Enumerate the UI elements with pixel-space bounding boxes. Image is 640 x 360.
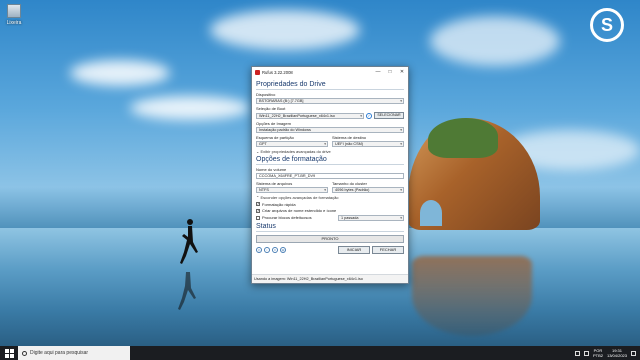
title-bar[interactable]: Rufus 3.22.2008 — □ ✕ [252,67,408,77]
cluster-size-label: Tamanho do cluster [332,181,367,186]
image-option-select[interactable]: Instalação padrão do Windows ▾ [256,127,404,133]
section-format-options: Opções de formatação [256,156,404,165]
rufus-window: Rufus 3.22.2008 — □ ✕ Propriedades do Dr… [251,66,409,284]
checkbox-checked-icon: ✓ [256,208,260,213]
cluster-size-value: 4096 bytes (Padrão) [335,188,370,192]
cloud [70,60,170,86]
desktop-icon-label: Lixeira [6,20,22,26]
network-icon[interactable] [574,350,580,356]
desktop-icon-recycle-bin[interactable]: Lixeira [4,4,24,26]
chevron-up-icon: ⌃ [256,195,260,200]
filesystem-value: NTFS [259,188,269,192]
cloud [430,16,560,66]
passes-value: 1 passada [341,215,359,220]
quick-format-label: Formatação rápida [262,201,296,207]
device-value: BSTORARAS (B:) [7.7GB] [259,99,304,103]
search-icon [22,350,27,356]
checkbox-checked-icon: ✓ [256,202,260,206]
taskbar-search-box[interactable]: Digite aqui para pesquisar [18,346,130,360]
boot-selection-value: Win11_22H2_BrazilianPortuguese_x64v1.iso [259,113,335,118]
notification-icon[interactable] [631,350,636,356]
device-select[interactable]: BSTORARAS (B:) [7.7GB] ▾ [256,98,404,104]
runner-reflection [178,272,196,310]
globe-icon[interactable]: ◎ [256,246,262,253]
cloud [130,96,250,120]
partition-scheme-label: Esquema de partição [256,135,294,140]
advanced-drive-toggle-label: Exibir propriedades avançadas do drive [260,149,331,154]
chevron-down-icon: ▾ [400,142,402,146]
target-system-select[interactable]: UEFI (não CSM) ▾ [332,141,404,147]
partition-scheme-select[interactable]: GPT ▾ [256,141,328,147]
runner-silhouette [180,219,198,264]
chevron-down-icon: ▾ [324,188,326,192]
chevron-down-icon: ▾ [400,99,402,103]
section-status: Status [256,223,404,232]
minimize-icon[interactable]: — [372,69,384,75]
window-title: Rufus 3.22.2008 [262,69,293,75]
chevron-down-icon: ▾ [400,188,402,192]
passes-select[interactable]: 1 passada ▾ [338,214,404,221]
image-option-value: Instalação padrão do Windows [259,128,311,132]
log-icon[interactable]: ▤ [280,246,286,253]
info-icon[interactable]: i [264,246,270,253]
windows-start-icon[interactable] [0,346,18,360]
volume-label-label: Nome do volume [256,167,287,172]
advanced-drive-toggle[interactable]: ⌄ Exibir propriedades avançadas do drive [256,149,404,154]
image-option-label: Opções de Imagem [256,121,291,126]
chevron-down-icon: ▾ [400,128,402,132]
section-drive-properties: Propriedades do Drive [256,81,404,90]
maximize-icon[interactable]: □ [384,69,396,75]
partition-scheme-value: GPT [259,142,267,146]
quick-format-checkbox[interactable]: ✓ Formatação rápida [256,202,404,207]
chevron-down-icon: ⌄ [256,149,260,154]
device-label: Dispositivo [256,92,276,97]
extended-label-label: Criar arquivos de nome estendido e ícone [262,208,337,213]
cluster-size-select[interactable]: 4096 bytes (Padrão) ▾ [332,187,404,193]
target-system-value: UEFI (não CSM) [335,142,364,146]
volume-label-input[interactable]: CCCOMA_X64FRE_PT-BR_DV9 [256,173,404,179]
rock-arch [420,200,442,226]
clock[interactable]: 19:31 13/04/2023 [607,348,627,358]
boot-selection-select[interactable]: Win11_22H2_BrazilianPortuguese_x64v1.iso… [256,112,364,119]
advanced-format-toggle[interactable]: ⌃ Esconder opções avançadas de formataçã… [256,195,404,200]
checkbox-unchecked-icon [256,215,260,220]
chevron-down-icon: ▾ [360,113,362,118]
rock-vegetation [428,118,498,158]
rock-reflection [412,256,532,336]
close-button[interactable]: FECHAR [372,245,404,254]
close-icon[interactable]: ✕ [396,69,408,75]
bad-blocks-checkbox[interactable]: Procurar blocos defeituosos [256,215,334,220]
usb-drive-icon [255,69,260,75]
filesystem-select[interactable]: NTFS ▾ [256,187,328,193]
target-system-label: Sistema de destino [332,135,367,140]
settings-icon[interactable]: ≡ [272,246,278,253]
check-icon[interactable]: ✓ [366,112,372,119]
search-placeholder: Digite aqui para pesquisar [30,350,89,356]
extended-label-checkbox[interactable]: ✓ Criar arquivos de nome estendido e íco… [256,208,404,213]
volume-icon[interactable] [583,350,589,356]
chevron-down-icon: ▾ [324,142,326,146]
status-progress-bar: PRONTO [256,234,404,243]
bad-blocks-label: Procurar blocos defeituosos [262,215,312,220]
language-indicator[interactable]: POR PTB2 [593,348,603,358]
system-tray: POR PTB2 19:31 13/04/2023 [574,348,640,358]
status-bar: Usando a imagem: Win11_22H2_BrazilianPor… [252,274,408,283]
advanced-format-toggle-label: Esconder opções avançadas de formatação [260,195,339,200]
keyboard-layout: PTB2 [592,353,603,358]
boot-selection-label: Seleção de Boot [256,106,286,111]
taskbar: Digite aqui para pesquisar POR PTB2 19:3… [0,346,640,360]
start-button[interactable]: INICIAR [338,245,370,254]
filesystem-label: Sistema de arquivos [256,181,293,186]
chevron-down-icon: ▾ [400,215,402,220]
select-button[interactable]: SELECIONAR [374,112,404,119]
cloud [210,10,360,50]
recycle-bin-icon [7,4,21,18]
watermark-logo-icon: S [590,8,624,42]
clock-date: 13/04/2023 [606,353,627,358]
